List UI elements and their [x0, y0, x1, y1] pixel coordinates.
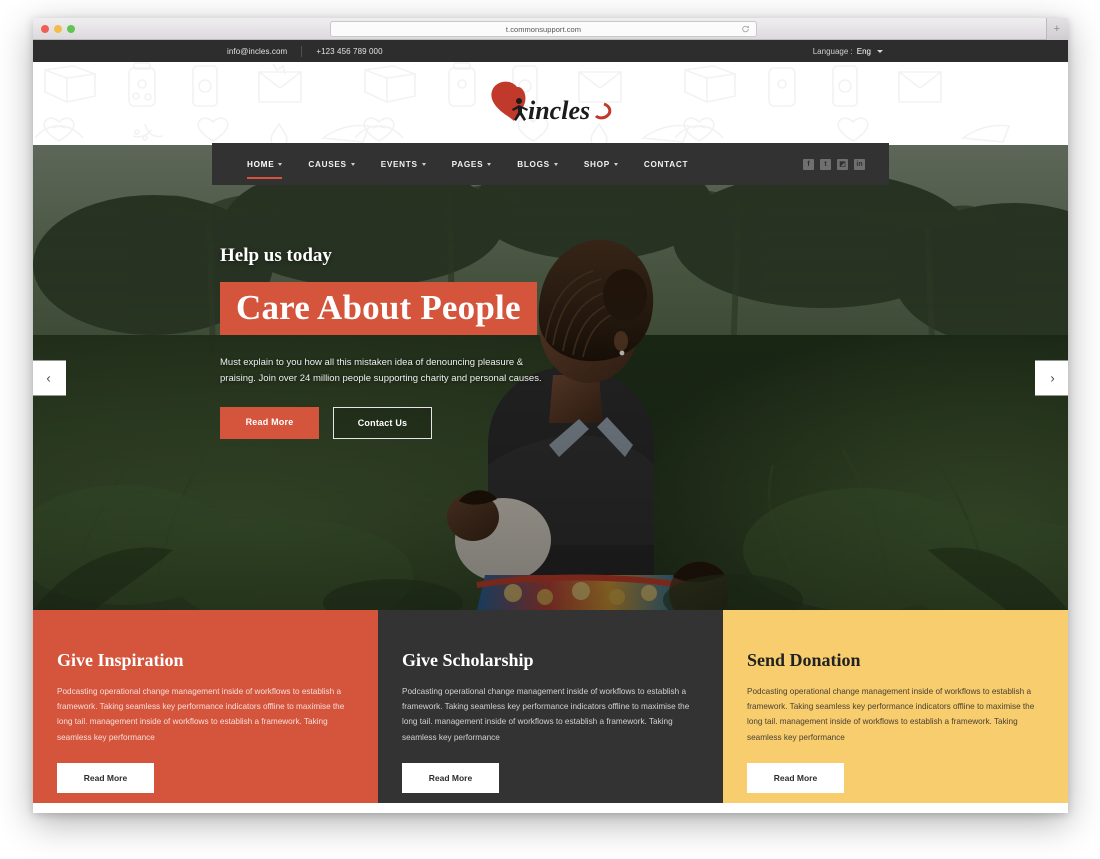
nav-item-home[interactable]: HOME	[234, 143, 295, 185]
card-text: Podcasting operational change management…	[747, 687, 1035, 742]
feature-cards: Give Inspiration Podcasting operational …	[33, 610, 1068, 803]
nav-label-contact: CONTACT	[643, 159, 689, 169]
hero-contact-us-button[interactable]: Contact Us	[333, 407, 432, 440]
language-value: Eng	[856, 46, 871, 56]
nav-label-events: EVENTS	[380, 159, 418, 169]
minimize-window-button[interactable]	[54, 24, 62, 33]
chevron-down-icon	[877, 49, 883, 53]
hero-content: Help us today Care About People Must exp…	[220, 245, 650, 440]
linkedin-icon[interactable]: in	[854, 158, 865, 170]
address-bar[interactable]: t.commonsupport.com	[330, 21, 757, 37]
nav-item-blogs[interactable]: BLOGS	[504, 143, 571, 185]
new-tab-button[interactable]: +	[1054, 24, 1060, 35]
maximize-window-button[interactable]	[67, 24, 75, 33]
nav-item-contact[interactable]: CONTACT	[631, 143, 701, 185]
nav-label-blogs: BLOGS	[517, 159, 550, 169]
card-title: Send Donation	[747, 650, 861, 670]
chevron-down-icon	[278, 163, 283, 166]
nav-items: HOME CAUSES EVENTS PAGES BLOGS SHOP CONT…	[212, 143, 701, 185]
card-read-more-button[interactable]: Read More	[57, 762, 154, 793]
facebook-icon[interactable]: f	[803, 158, 814, 170]
card-read-more-button[interactable]: Read More	[747, 762, 844, 793]
twitter-icon[interactable]: t	[820, 158, 831, 170]
hero-title: Care About People	[236, 288, 521, 327]
nav-item-pages[interactable]: PAGES	[439, 143, 505, 185]
nav-item-causes[interactable]: CAUSES	[295, 143, 367, 185]
nav-label-pages: PAGES	[451, 159, 484, 169]
contact-email[interactable]: info@incles.com	[213, 47, 301, 56]
contact-phone[interactable]: +123 456 789 000	[302, 47, 396, 56]
chevron-down-icon	[613, 163, 618, 166]
card-text: Podcasting operational change management…	[402, 687, 690, 742]
card-give-inspiration: Give Inspiration Podcasting operational …	[33, 610, 378, 803]
logo-mark: incles	[490, 81, 611, 125]
hero-slider: Help us today Care About People Must exp…	[33, 145, 1068, 610]
hero-title-block: Care About People	[220, 282, 537, 335]
language-label: Language :	[812, 46, 853, 56]
site-logo[interactable]: incles	[33, 78, 1068, 130]
carousel-next-button[interactable]: ›	[1035, 360, 1068, 395]
url-text: t.commonsupport.com	[505, 24, 582, 34]
nav-label-shop: SHOP	[583, 159, 610, 169]
instagram-icon[interactable]: ◩	[837, 158, 848, 170]
card-give-scholarship: Give Scholarship Podcasting operational …	[378, 610, 723, 803]
browser-chrome: t.commonsupport.com +	[33, 18, 1068, 40]
logo-header: incles	[33, 62, 1068, 145]
card-title: Give Scholarship	[402, 650, 534, 670]
topbar-contact-group: info@incles.com +123 456 789 000	[213, 45, 397, 57]
card-text: Podcasting operational change management…	[57, 687, 345, 742]
close-window-button[interactable]	[41, 24, 49, 33]
hero-buttons: Read More Contact Us	[220, 407, 650, 440]
chevron-down-icon	[421, 163, 426, 166]
carousel-prev-button[interactable]: ‹	[33, 360, 66, 395]
language-selector[interactable]: Language : Eng	[813, 47, 883, 56]
nav-label-causes: CAUSES	[308, 159, 347, 169]
chevron-down-icon	[553, 163, 558, 166]
hero-read-more-button[interactable]: Read More	[220, 407, 319, 440]
chevron-down-icon	[350, 163, 355, 166]
card-send-donation: Send Donation Podcasting operational cha…	[723, 610, 1068, 803]
main-navigation: HOME CAUSES EVENTS PAGES BLOGS SHOP CONT…	[212, 143, 889, 185]
hero-kicker: Help us today	[220, 245, 332, 266]
browser-window: t.commonsupport.com + info@incles.com +1…	[33, 18, 1068, 813]
website-viewport: info@incles.com +123 456 789 000 Languag…	[33, 40, 1068, 813]
reload-icon[interactable]	[741, 25, 750, 34]
traffic-lights	[33, 24, 75, 33]
card-read-more-button[interactable]: Read More	[402, 762, 499, 793]
nav-label-home: HOME	[247, 159, 275, 169]
card-title: Give Inspiration	[57, 650, 184, 670]
nav-item-shop[interactable]: SHOP	[571, 143, 631, 185]
hero-description: Must explain to you how all this mistake…	[220, 357, 542, 384]
nav-item-events[interactable]: EVENTS	[368, 143, 439, 185]
chevron-down-icon	[487, 163, 492, 166]
top-utility-bar: info@incles.com +123 456 789 000 Languag…	[33, 40, 1068, 62]
logo-text: incles	[528, 96, 590, 125]
social-links: f t ◩ in	[803, 158, 865, 170]
